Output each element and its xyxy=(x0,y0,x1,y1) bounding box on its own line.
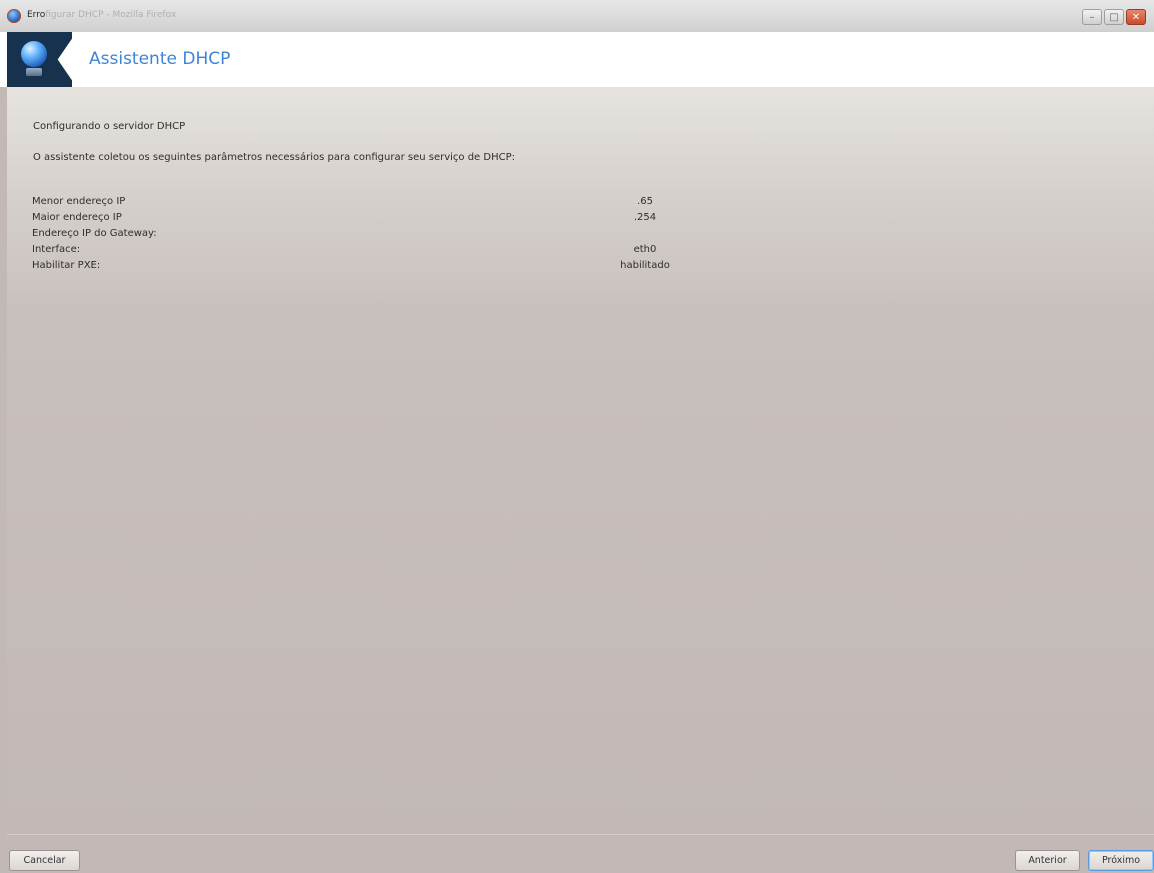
network-globe-icon xyxy=(7,32,72,87)
param-row-pxe: Habilitar PXE: habilitado xyxy=(32,258,732,274)
wizard-content: Configurando o servidor DHCP O assistent… xyxy=(7,87,1154,834)
wizard-title: Assistente DHCP xyxy=(89,49,231,69)
param-label: Interface: xyxy=(32,244,81,255)
cancel-button[interactable]: Cancelar xyxy=(9,850,80,871)
step-description: O assistente coletou os seguintes parâme… xyxy=(33,152,515,163)
title-bar: Errofigurar DHCP - Mozilla Firefox – □ ✕ xyxy=(0,0,1154,33)
previous-button[interactable]: Anterior xyxy=(1015,850,1080,871)
param-row-gateway: Endereço IP do Gateway: xyxy=(32,226,732,242)
param-label: Endereço IP do Gateway: xyxy=(32,228,157,239)
window-title-ghost: figurar DHCP - Mozilla Firefox xyxy=(45,10,177,20)
dhcp-wizard-window: Errofigurar DHCP - Mozilla Firefox – □ ✕… xyxy=(0,0,1154,873)
param-label: Maior endereço IP xyxy=(32,212,122,223)
window-controls: – □ ✕ xyxy=(1082,9,1146,25)
window-title-prefix: Erro xyxy=(27,10,46,20)
param-row-interface: Interface: eth0 xyxy=(32,242,732,258)
globe-icon xyxy=(21,41,47,67)
param-row-max-ip: Maior endereço IP .254 xyxy=(32,210,732,226)
next-button[interactable]: Próximo xyxy=(1088,850,1154,871)
window-title: Errofigurar DHCP - Mozilla Firefox xyxy=(27,10,176,20)
param-label: Menor endereço IP xyxy=(32,196,126,207)
globe-stand-icon xyxy=(26,68,42,76)
param-value: habilitado xyxy=(620,260,670,271)
param-row-min-ip: Menor endereço IP .65 xyxy=(32,194,732,210)
param-value: .65 xyxy=(637,196,653,207)
parameter-list: Menor endereço IP .65 Maior endereço IP … xyxy=(32,194,732,274)
param-value: .254 xyxy=(633,212,657,223)
step-heading: Configurando o servidor DHCP xyxy=(33,121,186,132)
maximize-button[interactable]: □ xyxy=(1104,9,1124,25)
close-button[interactable]: ✕ xyxy=(1126,9,1146,25)
button-bar: Cancelar Anterior Próximo xyxy=(7,834,1154,873)
param-label: Habilitar PXE: xyxy=(32,260,101,271)
firefox-icon xyxy=(7,9,21,23)
wizard-header: Assistente DHCP xyxy=(0,32,1154,87)
param-value: eth0 xyxy=(633,244,657,255)
minimize-button[interactable]: – xyxy=(1082,9,1102,25)
